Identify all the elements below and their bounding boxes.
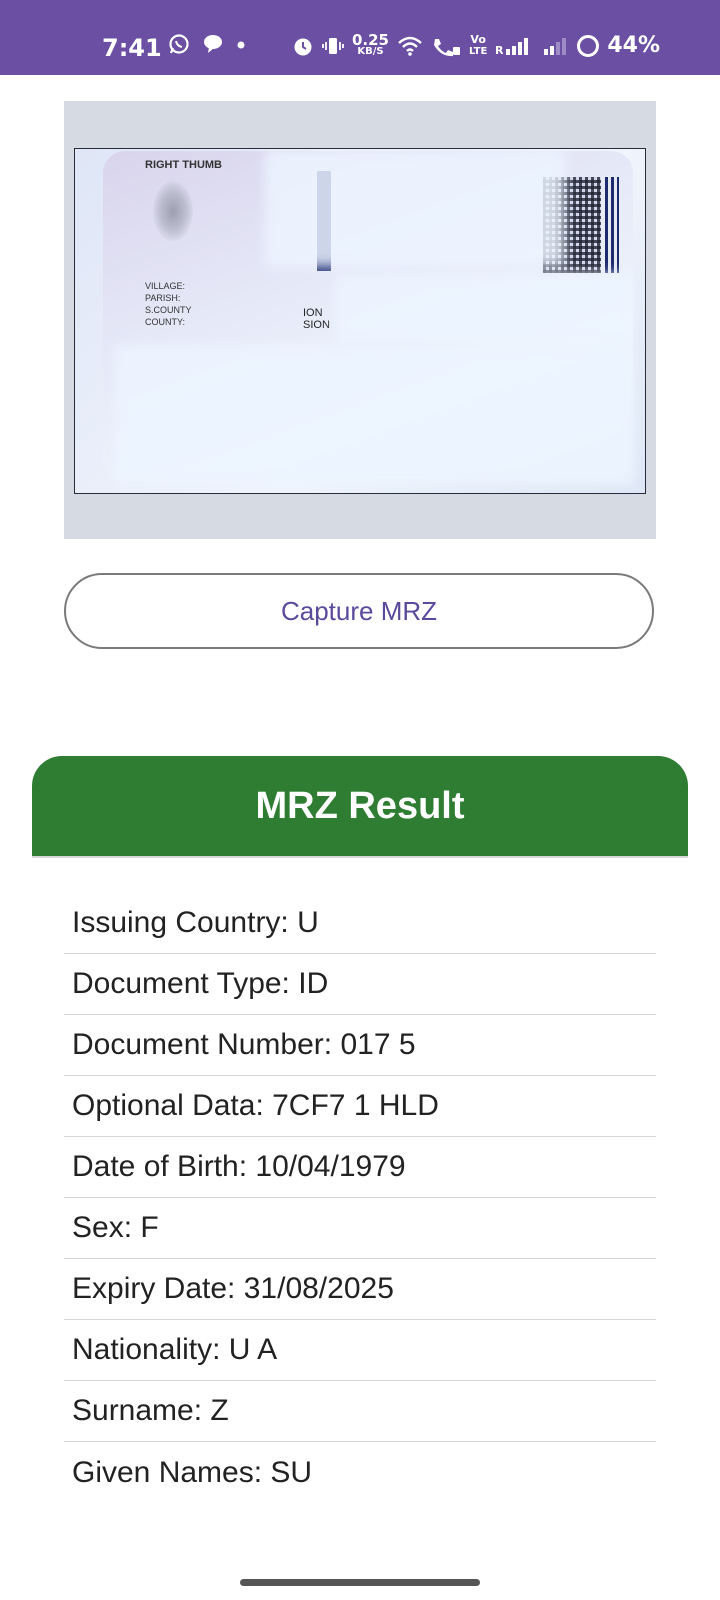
- card-center-text-1: ION: [303, 307, 323, 319]
- redaction-blur: [115, 345, 635, 485]
- result-value: U A: [228, 1333, 278, 1366]
- alarm-icon: [294, 38, 312, 55]
- capture-mrz-button[interactable]: Capture MRZ: [64, 573, 654, 649]
- signal-strength-2-icon: [544, 37, 567, 55]
- card-field-scounty: S.COUNTY: [145, 305, 192, 315]
- result-row-document-type: Document Type: ID: [64, 954, 656, 1015]
- battery-percent: 44%: [607, 33, 660, 58]
- result-value: SU: [270, 1455, 313, 1489]
- result-label: Optional Data:: [72, 1089, 264, 1122]
- result-row-issuing-country: Issuing Country: U: [64, 893, 656, 954]
- result-value: 7CF7 1 HLD: [272, 1089, 439, 1122]
- mrz-result-title: MRZ Result: [255, 784, 465, 827]
- notification-icons: [168, 33, 246, 55]
- home-gesture-bar[interactable]: [240, 1579, 480, 1586]
- svg-text:R: R: [495, 44, 504, 57]
- signal-strength-icon: R: [495, 37, 529, 57]
- card-thumb-label: RIGHT THUMB: [145, 159, 222, 171]
- net-speed: 0.25 KB/S: [351, 30, 389, 57]
- system-icons: 0.25 KB/S Vo LTE R 44%: [292, 30, 660, 58]
- mrz-result-header: MRZ Result: [32, 756, 688, 856]
- result-label: Surname:: [72, 1394, 203, 1427]
- id-card-image: RIGHT THUMB VILLAGE: PARISH: S.COUNTY CO…: [74, 148, 646, 494]
- result-row-surname: Surname: Z: [64, 1381, 656, 1442]
- wifi-icon: [398, 36, 422, 56]
- vibrate-icon: [322, 37, 344, 54]
- capture-mrz-label: Capture MRZ: [280, 595, 438, 626]
- wifi-calling-icon: [433, 38, 460, 56]
- result-value: F: [140, 1211, 159, 1244]
- status-time: 7:41: [102, 34, 162, 62]
- chat-bubble-icon: [204, 35, 222, 53]
- result-row-nationality: Nationality: U A: [64, 1320, 656, 1381]
- captured-image-panel: RIGHT THUMB VILLAGE: PARISH: S.COUNTY CO…: [64, 101, 656, 539]
- result-value: 31/08/2025: [243, 1272, 394, 1305]
- result-label: Issuing Country:: [72, 906, 289, 939]
- result-value: Z: [210, 1394, 229, 1427]
- redaction-blur: [265, 149, 565, 267]
- card-field-parish: PARISH:: [145, 293, 181, 303]
- whatsapp-icon: [169, 34, 189, 54]
- card-field-county: COUNTY:: [145, 317, 186, 327]
- result-value: 10/04/1979: [255, 1150, 406, 1183]
- result-value: U: [297, 906, 319, 939]
- dot-icon: [237, 41, 245, 49]
- battery-icon: [577, 34, 600, 57]
- result-row-sex: Sex: F: [64, 1198, 656, 1259]
- result-row-given-names: Given Names: SU: [64, 1442, 656, 1503]
- result-row-date-of-birth: Date of Birth: 10/04/1979: [64, 1137, 656, 1198]
- result-label: Expiry Date:: [72, 1272, 236, 1305]
- result-row-document-number: Document Number: 017 5: [64, 1015, 656, 1076]
- status-bar: 7:41 0.25 KB/S Vo LTE R 44%: [0, 0, 720, 75]
- redaction-blur: [335, 274, 635, 344]
- result-value: ID: [298, 967, 329, 1000]
- result-label: Date of Birth:: [72, 1150, 248, 1183]
- result-label: Document Type:: [72, 967, 290, 1000]
- result-label: Given Names:: [72, 1455, 263, 1489]
- barcode-lines: [605, 177, 619, 273]
- volte-indicator: Vo LTE: [468, 32, 488, 57]
- result-label: Document Number:: [72, 1028, 333, 1061]
- result-label: Nationality:: [72, 1333, 221, 1366]
- card-field-village: VILLAGE:: [145, 281, 186, 291]
- result-value: 017 5: [340, 1028, 416, 1061]
- fingerprint-image: [153, 181, 193, 241]
- divider: [32, 856, 688, 858]
- result-row-optional-data: Optional Data: 7CF7 1 HLD: [64, 1076, 656, 1137]
- mrz-result-list: Issuing Country: U Document Type: ID Doc…: [64, 893, 656, 1503]
- result-row-expiry-date: Expiry Date: 31/08/2025: [64, 1259, 656, 1320]
- result-label: Sex:: [72, 1211, 133, 1244]
- card-center-text-2: SION: [303, 319, 330, 331]
